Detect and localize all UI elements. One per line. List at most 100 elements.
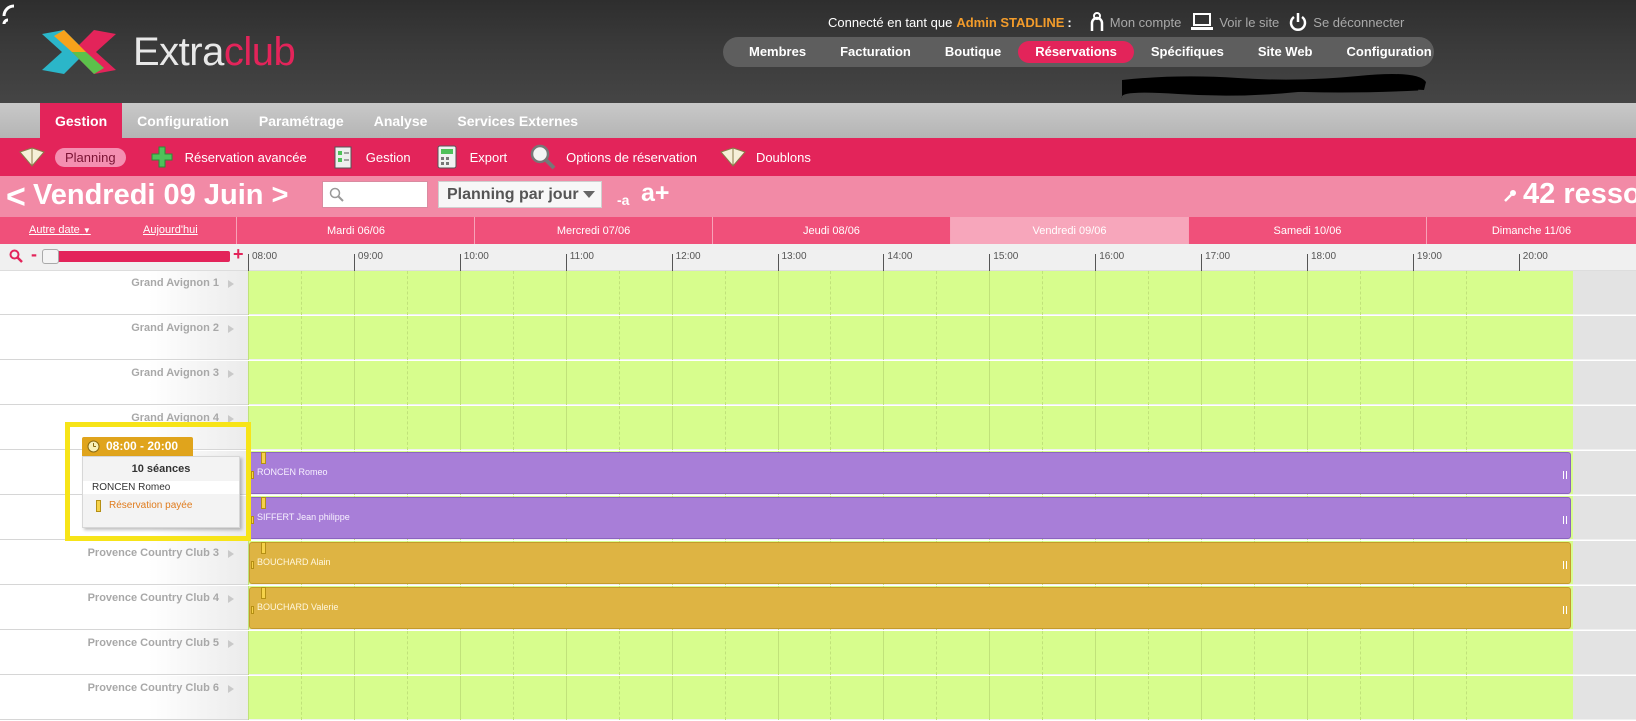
tab-gestion[interactable]: Gestion — [40, 103, 123, 138]
doublons-book-icon — [720, 144, 746, 170]
timeslot-track[interactable] — [248, 676, 1573, 720]
grid-line — [1095, 631, 1097, 675]
closed-slot — [1573, 631, 1636, 675]
nav-facturation[interactable]: Facturation — [823, 41, 928, 63]
booking-block[interactable]: BOUCHARD Alain — [249, 542, 1571, 584]
tool-options-reservation[interactable]: Options de réservation — [530, 144, 697, 170]
booking-block[interactable]: SIFFERT Jean philippe — [249, 497, 1571, 539]
booking-block[interactable]: BOUCHARD Valerie — [249, 587, 1571, 629]
tool-export[interactable]: Export — [434, 144, 507, 170]
tab-parametrage[interactable]: Paramétrage — [244, 103, 359, 138]
grid-line — [883, 631, 885, 675]
hour-label: 16:00 — [1099, 251, 1125, 262]
logo-text: Extraclub — [133, 29, 296, 74]
view-site-link[interactable]: Voir le site — [1191, 13, 1279, 31]
planning-search-field[interactable] — [322, 181, 428, 208]
signal-icon — [2, 4, 15, 25]
grid-line — [1359, 361, 1361, 405]
zoom-in-button[interactable]: + — [233, 244, 244, 265]
grid-line — [618, 631, 620, 675]
next-day-button[interactable]: > — [272, 179, 289, 211]
expand-arrow-icon[interactable] — [228, 280, 234, 288]
zoom-control: - + — [9, 244, 246, 265]
add-cross-icon — [149, 144, 175, 170]
nav-reservations[interactable]: Réservations — [1018, 41, 1134, 63]
hour-tick — [1518, 254, 1520, 271]
start-marker-icon — [251, 471, 254, 479]
hour-label: 11:00 — [569, 251, 594, 262]
tab-services-externes[interactable]: Services Externes — [442, 103, 593, 138]
closed-slot — [1573, 361, 1636, 405]
app-root: Extraclub Connecté en tant que Admin STA… — [0, 0, 1636, 721]
timeslot-track[interactable] — [248, 361, 1573, 405]
grid-line — [1095, 361, 1097, 405]
resize-handle[interactable] — [1563, 516, 1567, 524]
day-tab-active[interactable]: Vendredi 09/06 — [951, 217, 1189, 244]
tool-planning[interactable]: Planning — [19, 144, 126, 170]
grid-line — [1201, 676, 1203, 720]
tool-gestion[interactable]: Gestion — [330, 144, 411, 170]
nav-site-web[interactable]: Site Web — [1241, 41, 1330, 63]
sub-nav: Gestion Configuration Paramétrage Analys… — [0, 103, 1636, 138]
expand-arrow-icon[interactable] — [228, 370, 234, 378]
resize-handle[interactable] — [1563, 606, 1567, 614]
font-larger-button[interactable]: a+ — [641, 179, 670, 208]
expand-arrow-icon[interactable] — [228, 685, 234, 693]
grid-line — [1254, 316, 1256, 360]
tool-doublons[interactable]: Doublons — [720, 144, 811, 170]
start-marker-icon — [251, 561, 254, 569]
prev-day-button[interactable]: < — [6, 178, 26, 217]
zoom-slider-track[interactable] — [42, 251, 230, 262]
expand-arrow-icon[interactable] — [228, 550, 234, 558]
grid-line — [936, 406, 938, 450]
view-select[interactable]: Planning par jour — [438, 181, 602, 208]
resource-label[interactable]: Provence Country Club 5 — [0, 631, 248, 675]
booking-block[interactable]: RONCEN Romeo — [249, 452, 1571, 494]
resource-label[interactable]: Grand Avignon 2 — [0, 316, 248, 360]
resize-handle[interactable] — [1563, 561, 1567, 569]
nav-configuration[interactable]: Configuration — [1330, 41, 1449, 63]
expand-arrow-icon[interactable] — [228, 640, 234, 648]
tool-reservation-avancee[interactable]: Réservation avancée — [149, 144, 307, 170]
grid-line — [724, 406, 726, 450]
grid-line — [565, 406, 567, 450]
nav-boutique[interactable]: Boutique — [928, 41, 1018, 63]
other-date-link[interactable]: Autre date ▼ — [29, 224, 91, 236]
logout-link[interactable]: Se déconnecter — [1289, 12, 1404, 32]
my-account-link[interactable]: Mon compte — [1090, 12, 1181, 32]
timeslot-track[interactable] — [248, 631, 1573, 675]
resize-handle[interactable] — [1563, 471, 1567, 479]
hour-tick — [777, 254, 779, 271]
grid-line — [1465, 316, 1467, 360]
grid-line — [1359, 316, 1361, 360]
grid-line — [459, 271, 461, 315]
tab-analyse[interactable]: Analyse — [359, 103, 443, 138]
grid-line — [830, 316, 832, 360]
nav-membres[interactable]: Membres — [732, 41, 823, 63]
resource-label[interactable]: Grand Avignon 3 — [0, 361, 248, 405]
expand-arrow-icon[interactable] — [228, 325, 234, 333]
day-tab[interactable]: Jeudi 08/06 — [713, 217, 951, 244]
resource-label[interactable]: Provence Country Club 4 — [0, 586, 248, 630]
zoom-out-button[interactable]: - — [31, 244, 37, 265]
timeslot-track[interactable] — [248, 406, 1573, 450]
day-tab[interactable]: Samedi 10/06 — [1189, 217, 1427, 244]
today-link[interactable]: Aujourd'hui — [143, 224, 198, 236]
nav-specifiques[interactable]: Spécifiques — [1134, 41, 1241, 63]
resource-label[interactable]: Grand Avignon 1 — [0, 271, 248, 315]
paid-flag-icon — [261, 452, 266, 464]
extraclub-logo[interactable]: Extraclub — [40, 28, 296, 76]
resource-label[interactable]: Provence Country Club 3 — [0, 541, 248, 585]
grid-line — [1201, 361, 1203, 405]
resource-label[interactable]: Provence Country Club 6 — [0, 676, 248, 720]
day-tab[interactable]: Dimanche 11/06 — [1427, 217, 1636, 244]
font-smaller-button[interactable]: -a — [617, 192, 629, 208]
tab-configuration[interactable]: Configuration — [122, 103, 244, 138]
expand-arrow-icon[interactable] — [228, 595, 234, 603]
day-tab[interactable]: Mardi 06/06 — [238, 217, 475, 244]
timeslot-track[interactable] — [248, 271, 1573, 315]
day-tab[interactable]: Mercredi 07/06 — [475, 217, 713, 244]
zoom-slider-handle[interactable] — [42, 249, 59, 264]
timeslot-track[interactable] — [248, 316, 1573, 360]
hour-label: 13:00 — [781, 251, 807, 262]
